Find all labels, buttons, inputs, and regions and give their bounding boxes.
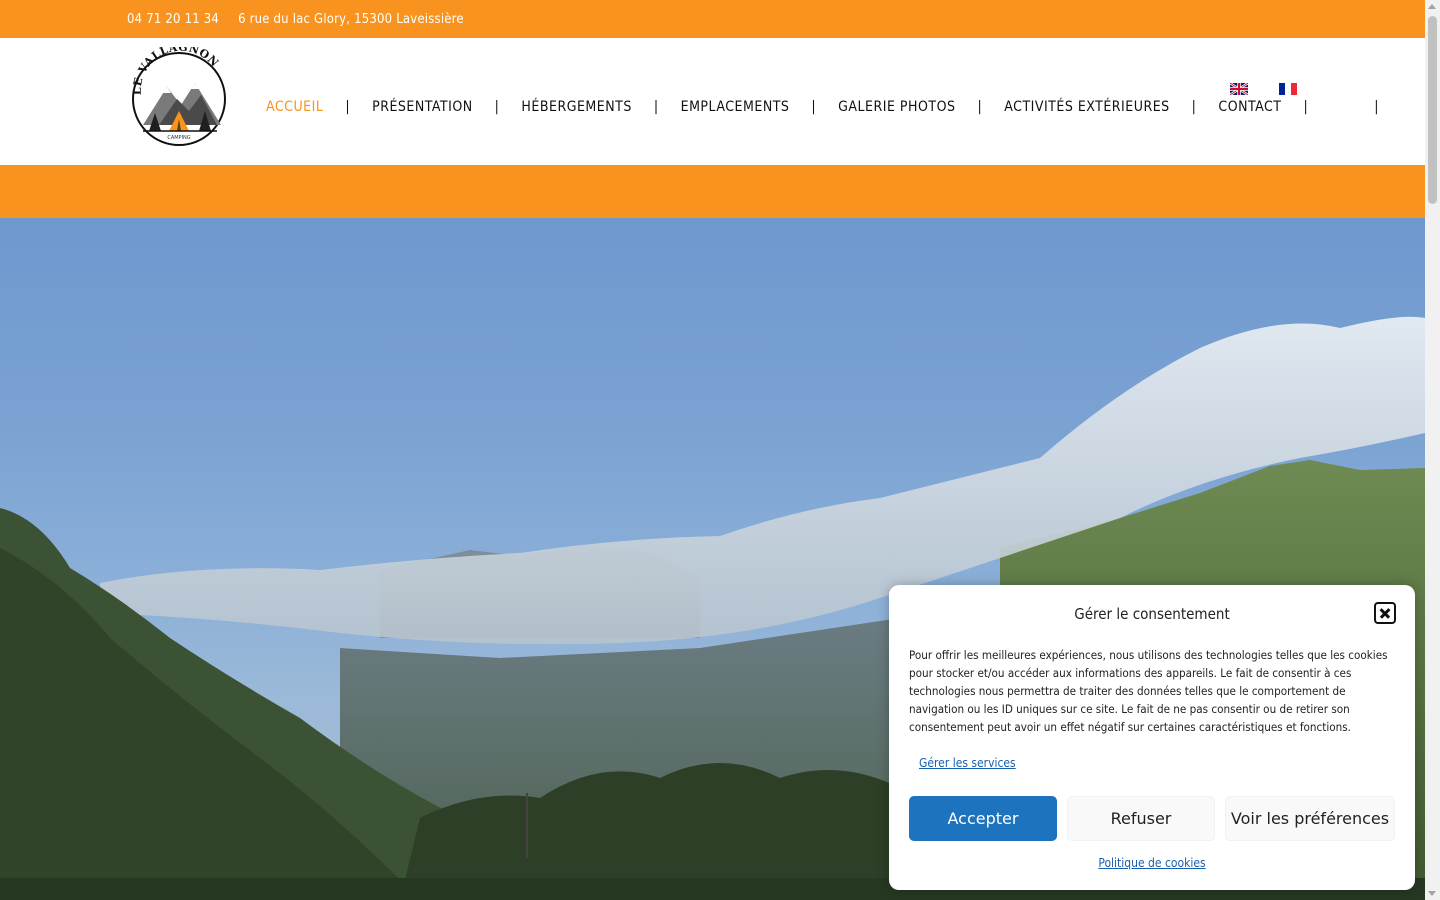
page-scrollbar[interactable] [1425, 0, 1440, 900]
logo-subtitle: CAMPING [167, 135, 190, 141]
site-header: LE VALLAGNON CAMPING ACCUEIL | PRÉSENTAT… [0, 38, 1425, 165]
nav-separator: | [811, 99, 817, 115]
nav-item-galerie-photos[interactable]: GALERIE PHOTOS [838, 99, 955, 115]
scrollbar-thumb[interactable] [1428, 16, 1437, 204]
uk-flag-icon[interactable] [1230, 83, 1248, 95]
nav-item-accueil[interactable]: ACCUEIL [266, 99, 323, 115]
nav-separator: | [653, 99, 659, 115]
nav-separator: | [977, 99, 983, 115]
cookie-policy-link[interactable]: Politique de cookies [889, 856, 1415, 870]
refuse-button[interactable]: Refuser [1067, 796, 1215, 841]
nav-separator: | [1374, 99, 1379, 115]
manage-services-link[interactable]: Gérer les services [919, 756, 1016, 770]
fr-flag-icon[interactable] [1279, 83, 1297, 95]
scroll-down-icon[interactable] [1428, 891, 1436, 896]
nav-item-contact[interactable]: CONTACT [1218, 99, 1281, 115]
view-preferences-button[interactable]: Voir les préférences [1225, 796, 1395, 841]
consent-title: Gérer le consentement [1074, 605, 1230, 623]
nav-item-activites-exterieures[interactable]: ACTIVITÉS EXTÉRIEURES [1004, 99, 1169, 115]
nav-separator: | [345, 99, 351, 115]
nav-separator: | [1191, 99, 1197, 115]
logo-icon: LE VALLAGNON CAMPING [131, 41, 226, 146]
site-logo[interactable]: LE VALLAGNON CAMPING [129, 41, 229, 147]
scroll-up-icon[interactable] [1428, 4, 1436, 9]
nav-separator: | [1303, 99, 1309, 115]
nav-item-presentation[interactable]: PRÉSENTATION [372, 99, 473, 115]
address: 6 rue du lac Glory, 15300 Laveissière [238, 11, 464, 27]
nav-item-hebergements[interactable]: HÉBERGEMENTS [521, 99, 631, 115]
nav-separator: | [494, 99, 500, 115]
header-orange-band [0, 165, 1425, 218]
accept-button[interactable]: Accepter [909, 796, 1057, 841]
top-info-bar: 04 71 20 11 34 6 rue du lac Glory, 15300… [0, 0, 1425, 38]
phone-number[interactable]: 04 71 20 11 34 [127, 12, 219, 27]
main-nav: ACCUEIL | PRÉSENTATION | HÉBERGEMENTS | … [266, 97, 1401, 117]
consent-message: Pour offrir les meilleures expériences, … [909, 648, 1388, 734]
cookie-consent-dialog: Gérer le consentement Pour offrir les me… [889, 585, 1415, 890]
language-switcher [1230, 83, 1297, 95]
close-icon[interactable] [1374, 602, 1396, 624]
nav-item-emplacements[interactable]: EMPLACEMENTS [681, 99, 790, 115]
